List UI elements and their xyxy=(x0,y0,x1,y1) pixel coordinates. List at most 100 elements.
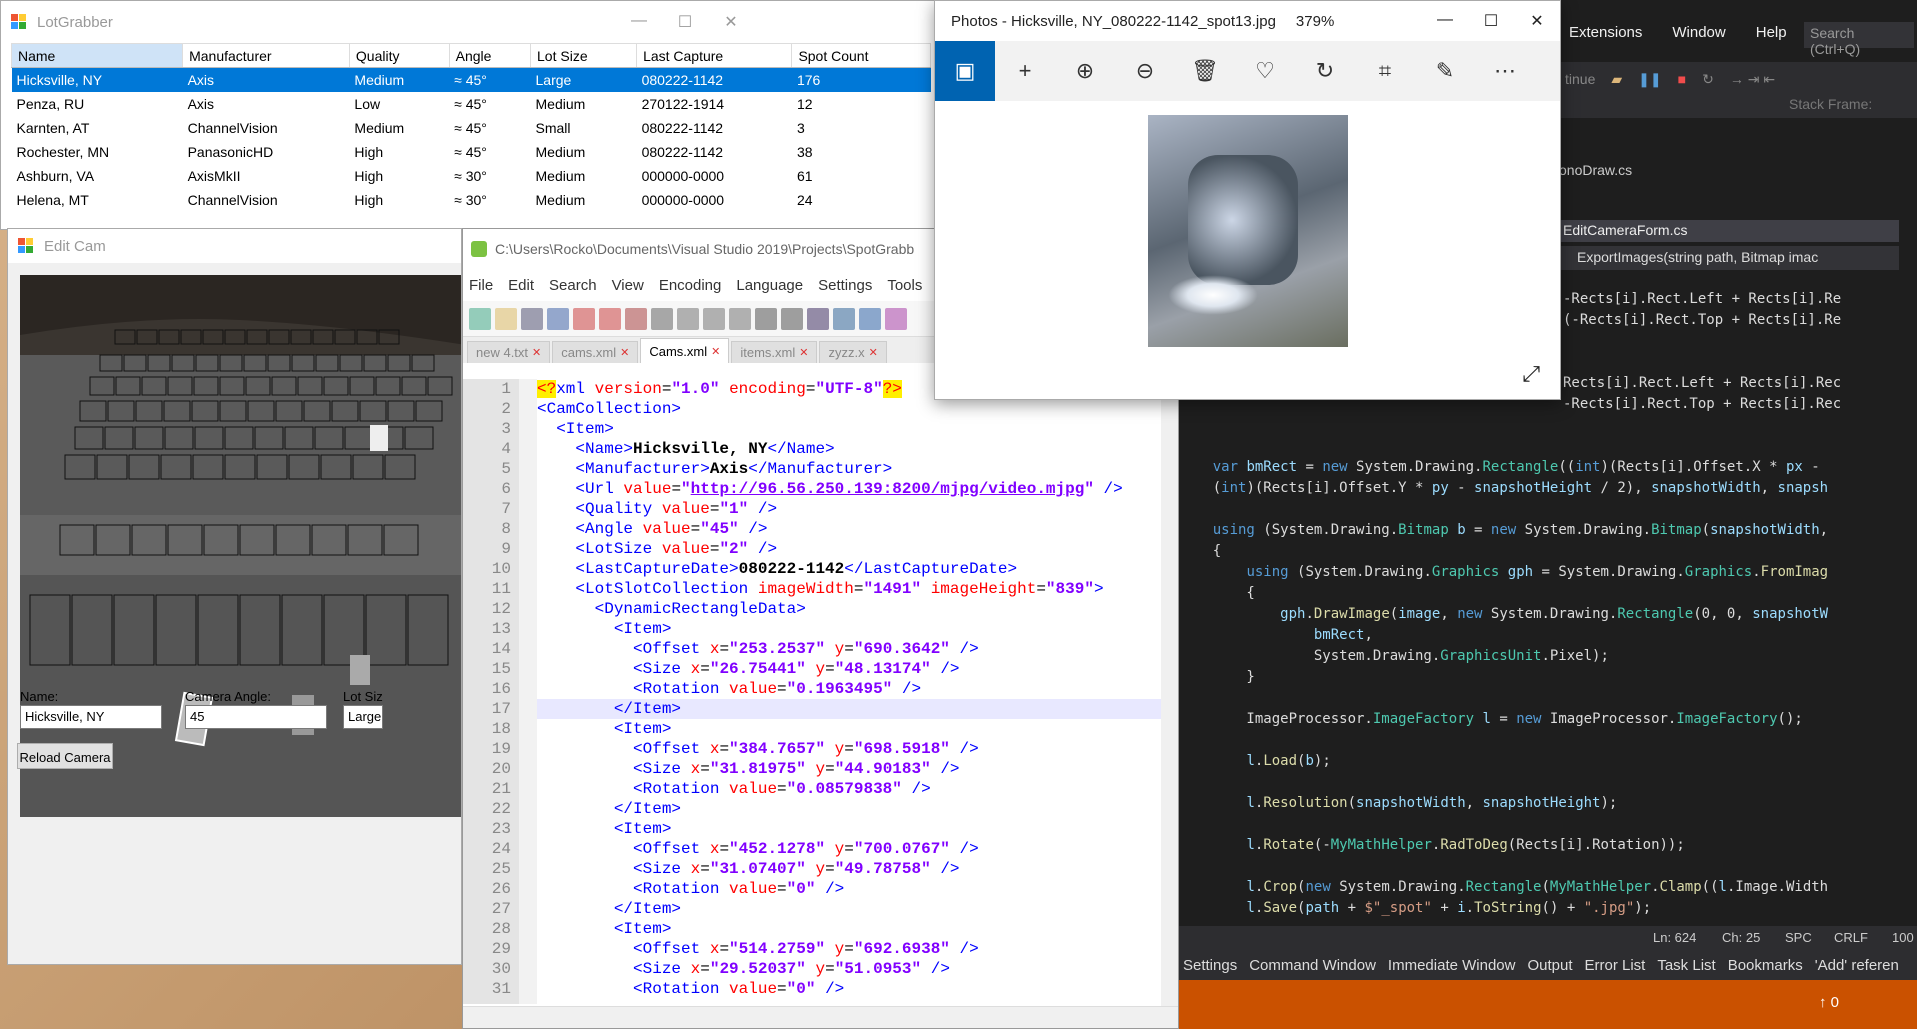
table-row[interactable]: Ashburn, VA AxisMkII High ≈ 30° Medium 000000… xyxy=(12,164,931,188)
toolbar-button-icon[interactable] xyxy=(599,307,621,330)
toolbar-button-icon[interactable] xyxy=(703,307,725,330)
menu-item[interactable]: View xyxy=(612,277,644,294)
code-lines[interactable]: <?xml version="1.0" encoding="UTF-8"?> <… xyxy=(537,379,1163,999)
vs-menu-extensions[interactable]: Extensions xyxy=(1569,24,1642,41)
file-tab[interactable]: cams.xml ✕ xyxy=(552,341,639,363)
minimize-icon[interactable]: — xyxy=(1422,11,1468,31)
menu-item[interactable]: Edit xyxy=(508,277,534,294)
menu-item[interactable]: Search xyxy=(549,277,597,294)
vs-file-tab-active[interactable]: EditCameraForm.cs xyxy=(1559,220,1899,242)
close-tab-icon[interactable]: ✕ xyxy=(711,345,720,358)
toolbar-button-icon[interactable] xyxy=(885,307,907,330)
tab-command-window[interactable]: Command Window xyxy=(1249,957,1376,974)
horizontal-scrollbar[interactable] xyxy=(463,1006,1178,1028)
zoom-out-icon[interactable]: ⊖ xyxy=(1115,41,1175,101)
toolbar-button-icon[interactable] xyxy=(469,307,491,330)
camera-list-grid[interactable]: Name Manufacturer Quality Angle Lot Size Last… xyxy=(10,43,931,212)
column-header[interactable]: Lot Size xyxy=(530,43,638,68)
image-view-icon[interactable]: ▣ xyxy=(935,41,995,101)
table-cell: PanasonicHD xyxy=(187,143,274,160)
folder-icon[interactable]: ▰ xyxy=(1611,71,1622,88)
tab-task-list[interactable]: Task List xyxy=(1657,957,1715,974)
close-icon[interactable]: ✕ xyxy=(708,12,754,32)
menu-item[interactable]: Tools xyxy=(887,277,922,294)
vs-search-box[interactable]: Search (Ctrl+Q) xyxy=(1804,22,1914,57)
column-header[interactable]: Spot Count xyxy=(791,43,931,68)
close-tab-icon[interactable]: ✕ xyxy=(799,346,808,359)
tab-bookmarks[interactable]: Bookmarks xyxy=(1728,957,1803,974)
camera-angle-input[interactable]: 45 xyxy=(185,705,327,729)
vs-member-dropdown[interactable]: ExportImages(string path, Bitmap imac xyxy=(1559,246,1899,270)
menu-item[interactable]: Encoding xyxy=(659,277,722,294)
edit-icon[interactable]: ✎ xyxy=(1415,41,1475,101)
delete-icon[interactable]: 🗑 xyxy=(1175,41,1235,101)
close-tab-icon[interactable]: ✕ xyxy=(620,346,629,359)
lot-size-select[interactable]: Large xyxy=(343,705,383,729)
toolbar-button-icon[interactable] xyxy=(495,307,517,330)
vs-menu-window[interactable]: Window xyxy=(1672,24,1725,41)
restart-icon[interactable]: ↻ xyxy=(1702,71,1714,88)
close-tab-icon[interactable]: ✕ xyxy=(532,346,541,359)
toolbar-button-icon[interactable] xyxy=(729,307,751,330)
file-tab[interactable]: items.xml ✕ xyxy=(731,341,818,363)
reload-camera-button[interactable]: Reload Camera xyxy=(17,743,113,769)
menu-item[interactable]: Settings xyxy=(818,277,872,294)
vertical-scrollbar[interactable] xyxy=(1161,379,1178,1019)
close-icon[interactable]: ✕ xyxy=(1514,11,1560,31)
tab-immediate-window[interactable]: Immediate Window xyxy=(1388,957,1516,974)
close-tab-icon[interactable]: ✕ xyxy=(869,346,878,359)
toolbar-button-icon[interactable] xyxy=(625,307,647,330)
toolbar-button-icon[interactable] xyxy=(573,307,595,330)
camera-snapshot-image[interactable] xyxy=(20,275,461,817)
add-icon[interactable]: + xyxy=(995,41,1055,101)
crop-icon[interactable]: ⌗ xyxy=(1355,41,1415,101)
tab-error-list[interactable]: Error List xyxy=(1585,957,1646,974)
table-cell: Medium xyxy=(535,191,586,208)
toolbar-button-icon[interactable] xyxy=(521,307,543,330)
maximize-icon[interactable]: ☐ xyxy=(1468,11,1514,31)
toolbar-button-icon[interactable] xyxy=(859,307,881,330)
toolbar-button-icon[interactable] xyxy=(833,307,855,330)
more-icon[interactable]: ⋯ xyxy=(1475,41,1535,101)
editcam-titlebar: Edit Cam xyxy=(8,229,461,263)
vs-menu-help[interactable]: Help xyxy=(1756,24,1787,41)
minimize-icon[interactable]: — xyxy=(616,12,662,32)
table-row[interactable]: Helena, MT ChannelVision High ≈ 30° Medium 00… xyxy=(12,188,931,212)
table-row[interactable]: Hicksville, NY Axis Medium ≈ 45° Large 080222… xyxy=(11,67,931,92)
column-header[interactable]: Manufacturer xyxy=(182,43,350,68)
table-row[interactable]: Karnten, AT ChannelVision Medium ≈ 45° Small… xyxy=(12,116,931,140)
toolbar-button-icon[interactable] xyxy=(781,307,803,330)
fullscreen-icon[interactable]: ⤢ xyxy=(1522,361,1540,387)
column-header[interactable]: Quality xyxy=(348,43,450,68)
zoom-in-icon[interactable]: ⊕ xyxy=(1055,41,1115,101)
xml-code-editor[interactable]: 1 2 3 4 5 6 7 8 9 10 11 12 13 14 15 16 17 18 19 20 21 22 23 24 2… xyxy=(463,379,1163,1004)
tab-settings[interactable]: Settings xyxy=(1183,957,1237,974)
toolbar-button-icon[interactable] xyxy=(755,307,777,330)
step-icons[interactable]: → ⇥ ⇤ xyxy=(1730,71,1775,88)
file-tab[interactable]: zyzz.x ✕ xyxy=(819,341,887,363)
column-header[interactable]: Angle xyxy=(448,43,532,68)
name-input[interactable]: Hicksville, NY xyxy=(20,705,162,729)
rotate-icon[interactable]: ↻ xyxy=(1295,41,1355,101)
file-tab[interactable]: Cams.xml ✕ xyxy=(640,338,730,363)
column-header[interactable]: Name xyxy=(10,43,184,68)
error-count[interactable]: ↑ 0 xyxy=(1819,994,1839,1011)
vs-file-tab-1[interactable]: onoDraw.cs xyxy=(1559,162,1632,178)
toolbar-button-icon[interactable] xyxy=(677,307,699,330)
toolbar-button-icon[interactable] xyxy=(807,307,829,330)
file-tab[interactable]: new 4.txt ✕ xyxy=(467,341,551,363)
tab-add-reference[interactable]: 'Add' referen xyxy=(1815,957,1899,974)
favorite-icon[interactable]: ♡ xyxy=(1235,41,1295,101)
column-header[interactable]: Last Capture xyxy=(636,43,793,68)
stop-icon[interactable]: ■ xyxy=(1678,71,1686,87)
toolbar-button-icon[interactable] xyxy=(547,307,569,330)
tab-output[interactable]: Output xyxy=(1527,957,1572,974)
toolbar-button-icon[interactable] xyxy=(651,307,673,330)
menu-item[interactable]: Language xyxy=(736,277,803,294)
pause-icon[interactable]: ❚❚ xyxy=(1638,71,1661,88)
menu-item[interactable]: File xyxy=(469,277,493,294)
maximize-icon[interactable]: ☐ xyxy=(662,12,708,32)
table-row[interactable]: Penza, RU Axis Low ≈ 45° Medium 270122-1914 12 xyxy=(12,92,931,116)
table-row[interactable]: Rochester, MN PanasonicHD High ≈ 45° Medium 0… xyxy=(12,140,931,164)
continue-label[interactable]: tinue xyxy=(1565,71,1595,87)
